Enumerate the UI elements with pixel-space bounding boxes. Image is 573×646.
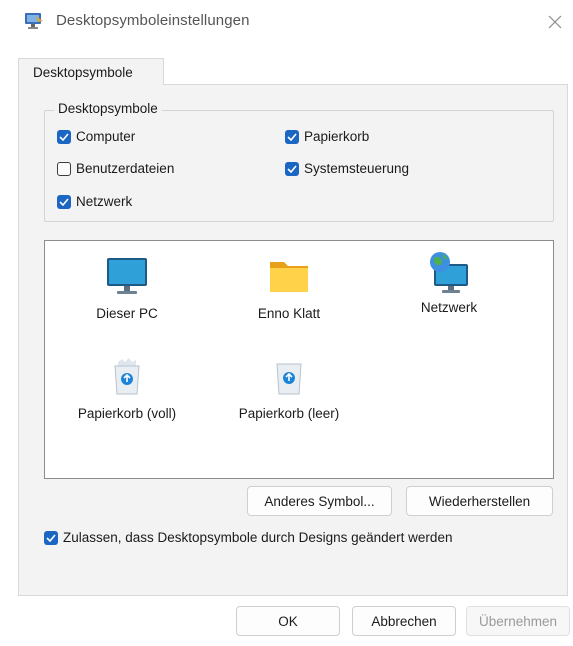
checkbox-label: Netzwerk [76,194,133,209]
cancel-button[interactable]: Abbrechen [352,606,456,636]
checkbox-allow-themes[interactable]: Zulassen, dass Desktopsymbole durch Desi… [44,530,452,545]
checkbox-label: Computer [76,129,136,144]
desktop-item-papierkorb-voll[interactable]: Papierkorb (voll) [52,358,202,421]
tab-desktopsymbole[interactable]: Desktopsymbole [18,58,164,85]
checkbox-computer[interactable]: Computer [57,129,135,144]
display-properties-icon [24,12,44,30]
recycle-bin-empty-icon [214,358,364,399]
checkbox-papierkorb[interactable]: Papierkorb [285,129,369,144]
group-legend: Desktopsymbole [54,101,162,116]
close-button[interactable] [540,8,570,36]
checkbox-checked-icon [44,530,58,545]
checkbox-label: Papierkorb [304,129,370,144]
desktop-item-label: Papierkorb (voll) [77,406,177,421]
apply-button[interactable]: Übernehmen [466,606,570,636]
desktop-item-label: Papierkorb (leer) [238,406,340,421]
checkbox-label: Zulassen, dass Desktopsymbole durch Desi… [63,530,453,545]
window-title: Desktopsymboleinstellungen [56,12,250,29]
checkbox-checked-icon [285,161,299,176]
checkbox-netzwerk[interactable]: Netzwerk [57,194,132,209]
checkbox-checked-icon [57,194,71,209]
restore-default-button[interactable]: Wiederherstellen [406,486,553,516]
close-icon [548,15,562,29]
checkbox-benutzerdateien[interactable]: Benutzerdateien [57,161,174,176]
monitor-icon [52,256,202,299]
desktop-item-dieser-pc[interactable]: Dieser PC [52,256,202,321]
desktop-item-papierkorb-leer[interactable]: Papierkorb (leer) [214,358,364,421]
recycle-bin-full-icon [52,358,202,399]
checkbox-systemsteuerung[interactable]: Systemsteuerung [285,161,409,176]
change-icon-button[interactable]: Anderes Symbol... [247,486,392,516]
title-bar: Desktopsymboleinstellungen [0,0,573,42]
desktop-item-label: Netzwerk [420,300,478,315]
checkbox-label: Systemsteuerung [304,161,410,176]
desktop-item-label: Dieser PC [96,306,158,321]
checkbox-unchecked-icon [57,161,71,176]
desktop-item-label: Enno Klatt [257,306,321,321]
checkbox-checked-icon [285,129,299,144]
checkbox-checked-icon [57,129,71,144]
network-globe-icon [374,250,524,299]
desktop-item-netzwerk[interactable]: Netzwerk [374,250,524,315]
checkbox-label: Benutzerdateien [76,161,175,176]
ok-button[interactable]: OK [236,606,340,636]
folder-icon [214,256,364,299]
desktop-item-enno-klatt[interactable]: Enno Klatt [214,256,364,321]
